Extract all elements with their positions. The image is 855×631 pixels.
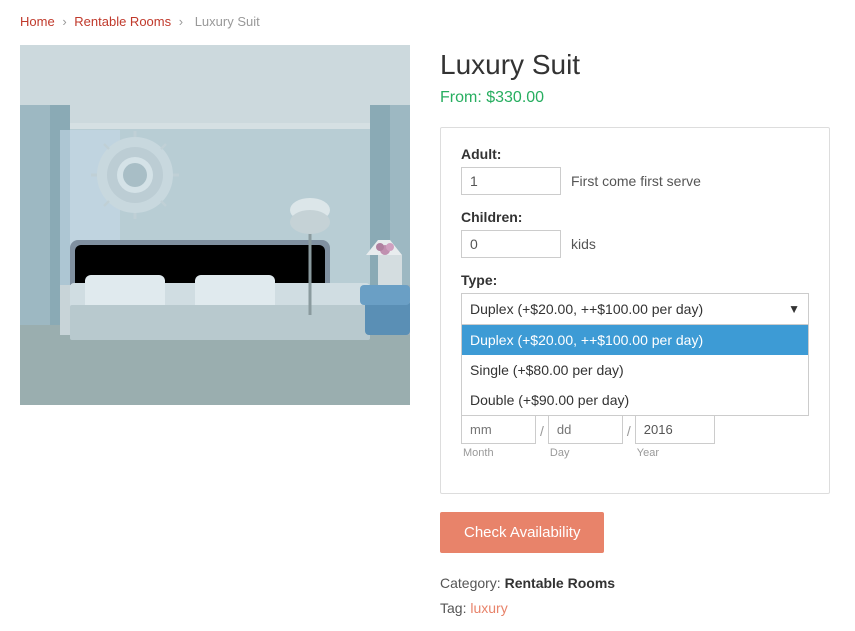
type-dropdown-list: Duplex (+$20.00, ++$100.00 per day) Sing… (461, 325, 809, 416)
category-label: Category: (440, 575, 501, 591)
room-title: Luxury Suit (440, 49, 835, 81)
children-label: Children: (461, 209, 809, 225)
month-field: Month (461, 415, 536, 459)
meta-info: Category: Rentable Rooms Tag: luxury (440, 571, 835, 621)
adult-row: Adult: First come first serve (461, 146, 809, 195)
adult-label: Adult: (461, 146, 809, 162)
type-dropdown-trigger[interactable]: Duplex (+$20.00, ++$100.00 per day) ▼ (461, 293, 809, 325)
breadcrumb-current: Luxury Suit (195, 14, 260, 29)
day-label: Day (548, 447, 623, 459)
room-details: Luxury Suit From: $330.00 Adult: First c… (440, 45, 835, 621)
type-option-single[interactable]: Single (+$80.00 per day) (462, 355, 808, 385)
date-sep-2: / (623, 415, 635, 447)
type-label: Type: (461, 272, 809, 288)
year-input[interactable] (635, 415, 715, 444)
category-value: Rentable Rooms (505, 575, 615, 591)
main-content: Luxury Suit From: $330.00 Adult: First c… (20, 45, 835, 621)
breadcrumb-rentable-rooms[interactable]: Rentable Rooms (74, 14, 171, 29)
adult-input-group: First come first serve (461, 167, 809, 195)
date-row: Month / Day / Year (461, 415, 809, 459)
date-sep-1: / (536, 415, 548, 447)
tag-label: Tag: (440, 600, 466, 616)
month-input[interactable] (461, 415, 536, 444)
booking-form: Adult: First come first serve Children: … (440, 127, 830, 494)
children-row: Children: kids (461, 209, 809, 258)
month-label: Month (461, 447, 536, 459)
day-input[interactable] (548, 415, 623, 444)
room-image (20, 45, 410, 408)
date-inputs: Month / Day / Year (461, 415, 809, 459)
tag-value[interactable]: luxury (470, 600, 507, 616)
year-field: Year (635, 415, 715, 459)
dropdown-arrow-icon: ▼ (788, 302, 800, 316)
adult-suffix: First come first serve (571, 173, 701, 189)
children-input[interactable] (461, 230, 561, 258)
year-label: Year (635, 447, 715, 459)
breadcrumb-home[interactable]: Home (20, 14, 55, 29)
category-line: Category: Rentable Rooms (440, 571, 835, 596)
type-option-duplex[interactable]: Duplex (+$20.00, ++$100.00 per day) (462, 325, 808, 355)
type-selected-label: Duplex (+$20.00, ++$100.00 per day) (470, 301, 703, 317)
day-field: Day (548, 415, 623, 459)
children-suffix: kids (571, 236, 596, 252)
breadcrumb: Home › Rentable Rooms › Luxury Suit (20, 10, 835, 29)
room-price: From: $330.00 (440, 89, 835, 107)
type-dropdown-wrapper: Duplex (+$20.00, ++$100.00 per day) ▼ Du… (461, 293, 809, 325)
children-input-group: kids (461, 230, 809, 258)
type-option-double[interactable]: Double (+$90.00 per day) (462, 385, 808, 415)
tag-line: Tag: luxury (440, 596, 835, 621)
type-row: Type: Duplex (+$20.00, ++$100.00 per day… (461, 272, 809, 325)
adult-input[interactable] (461, 167, 561, 195)
check-availability-button[interactable]: Check Availability (440, 512, 604, 553)
